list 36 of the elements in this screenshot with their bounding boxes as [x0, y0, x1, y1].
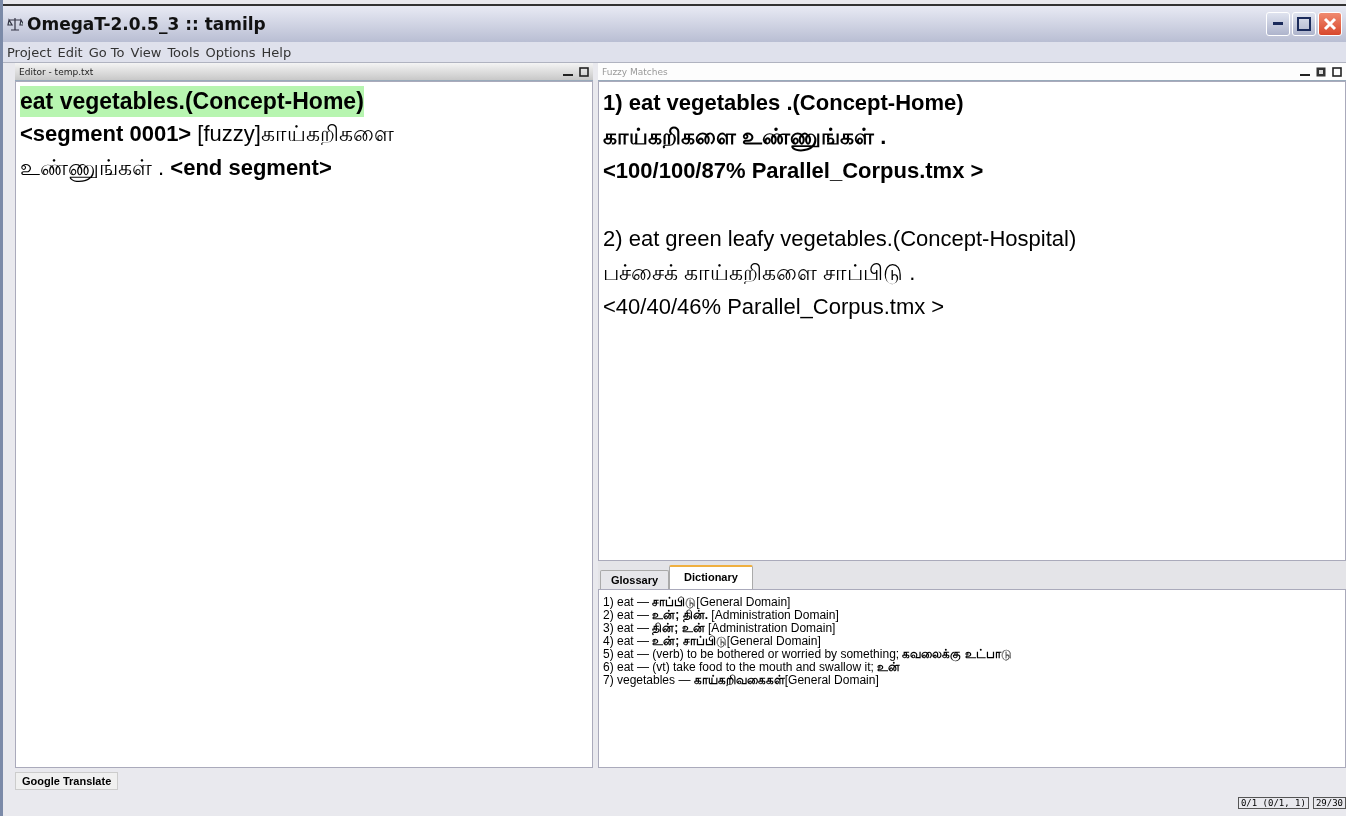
dictionary-entry: 2) eat — உன்; தின். [Administration Domain]: [603, 609, 840, 622]
target-segment[interactable]: <segment 0001> [fuzzy]காய்கறிகளை உண்ணுங்கள் . <end segment>: [20, 117, 490, 185]
minimize-icon: [1273, 22, 1283, 26]
status-counter: 0/1 (0/1, 1): [1237, 797, 1309, 809]
maximize-button[interactable]: [1292, 12, 1316, 36]
tab[interactable]: Dictionary: [669, 565, 753, 589]
dictionary-entry: 4) eat — உன்; சாப்பிடு[General Domain]: [603, 635, 821, 648]
tab[interactable]: Glossary: [600, 570, 670, 589]
pane-title: Fuzzy Matches: [602, 66, 669, 77]
maximize-icon[interactable]: [1332, 66, 1342, 77]
source-segment: eat vegetables.(Concept-Home): [20, 86, 364, 117]
window-title: OmegaT-2.0.5_3 :: tamilp: [27, 14, 267, 34]
menu-item[interactable]: Options: [205, 44, 256, 60]
maximize-icon[interactable]: [579, 66, 589, 77]
pane-title: Editor - temp.txt: [19, 66, 95, 77]
menu-item[interactable]: Go To: [88, 44, 125, 60]
menu-item[interactable]: Edit: [57, 44, 83, 60]
scales-icon: [7, 16, 23, 32]
maximize-icon: [1297, 17, 1311, 31]
status-counter: 29/30: [1312, 797, 1346, 809]
close-icon: [1323, 17, 1337, 31]
menu-item[interactable]: View: [130, 44, 162, 60]
menu-item[interactable]: Tools: [167, 44, 200, 60]
minimize-button[interactable]: [1266, 12, 1290, 36]
dictionary-entry: 3) eat — தின்; உன் [Administration Domain]: [603, 622, 836, 635]
dictionary-entry: 6) eat — (vt) take food to the mouth and swallow it; உன்: [603, 661, 902, 674]
dictionary-entry: 5) eat — (verb) to be bothered or worried by something; கவலைக்கு உட்பாடு: [603, 648, 1013, 661]
fuzzy-match[interactable]: 2) eat green leafy vegetables.(Concept-Hospital) பச்சைக் காய்கறிகளை சாப்பிடு . <40/40/46% Parallel_Corpus.tmx >: [603, 222, 1341, 324]
undock-icon[interactable]: [1316, 66, 1326, 77]
dictionary-entry: 1) eat — சாப்பிடு[General Domain]: [603, 596, 792, 609]
menu-item[interactable]: Project: [7, 44, 52, 60]
dictionary-entry: 7) vegetables — காய்கறிவகைகள்[General Domain]: [603, 674, 880, 687]
fuzzy-match[interactable]: 1) eat vegetables .(Concept-Home) காய்கறிகளை உண்ணுங்கள் . <100/100/87% Parallel_Corpus.tmx >: [603, 86, 1341, 188]
tab[interactable]: Google Translate: [15, 772, 119, 790]
close-button[interactable]: [1318, 12, 1342, 36]
menu-item[interactable]: Help: [261, 44, 292, 60]
